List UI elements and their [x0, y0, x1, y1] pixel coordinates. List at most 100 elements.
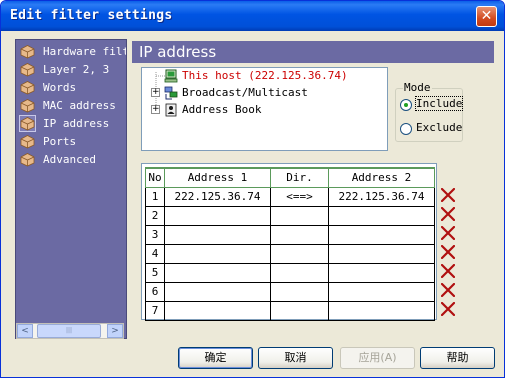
col-dir-header: Dir. [270, 167, 329, 188]
address2-cell[interactable]: 222.125.36.74 [328, 186, 435, 207]
direction-cell[interactable]: <==> [270, 186, 329, 207]
title-bar[interactable]: Edit filter settings ✕ [1, 1, 504, 31]
row-number: 1 [145, 186, 165, 207]
ok-button[interactable]: 确定 [178, 347, 253, 369]
address2-cell[interactable] [328, 205, 435, 226]
scroll-thumb[interactable]: ||| [37, 324, 101, 338]
table-header-row: No Address 1 Dir. Address 2 [145, 167, 435, 188]
computer-icon [164, 69, 178, 83]
apply-button[interactable]: 应用(A) [340, 347, 415, 369]
address-book-icon [165, 103, 177, 117]
table-row[interactable]: 5 [145, 262, 435, 283]
chevron-left-icon: < [21, 326, 29, 336]
delete-x-icon[interactable] [441, 245, 455, 259]
address1-cell[interactable] [164, 281, 271, 302]
address2-cell[interactable] [328, 300, 435, 321]
address1-cell[interactable] [164, 205, 271, 226]
nav-item-mac-address[interactable]: MAC address [18, 97, 126, 114]
nav-item-label: Advanced [43, 153, 96, 166]
nav-item-advanced[interactable]: Advanced [18, 151, 126, 168]
row-number: 3 [145, 224, 165, 245]
table-row[interactable]: 6 [145, 281, 435, 302]
cancel-button[interactable]: 取消 [258, 347, 333, 369]
direction-cell[interactable] [270, 205, 329, 226]
direction-cell[interactable] [270, 224, 329, 245]
window-title: Edit filter settings [10, 8, 173, 23]
direction-cell[interactable] [270, 281, 329, 302]
row-number: 2 [145, 205, 165, 226]
nav-item-label: Hardware filte [43, 45, 127, 58]
network-icon [164, 86, 178, 100]
direction-cell[interactable] [270, 243, 329, 264]
nav-item-label: Words [43, 81, 77, 94]
delete-x-icon[interactable] [441, 188, 455, 202]
delete-x-icon[interactable] [441, 226, 455, 240]
include-radio[interactable] [400, 99, 412, 111]
nav-item-label: Layer 2, 3 [43, 63, 110, 76]
expand-icon[interactable]: + [151, 88, 160, 97]
chevron-right-icon: > [111, 326, 119, 336]
filter-settings-dialog: Edit filter settings ✕ Hardware filte La… [0, 0, 505, 378]
row-number: 6 [145, 281, 165, 302]
mode-legend: Mode [403, 81, 432, 94]
delete-x-icon[interactable] [441, 302, 455, 316]
package-icon [20, 81, 35, 95]
col-address1-header: Address 1 [164, 167, 271, 188]
nav-item-label: IP address [43, 117, 110, 130]
table-row[interactable]: 3 [145, 224, 435, 245]
tree-item-label: Broadcast/Multicast [182, 86, 308, 99]
nav-item-label: MAC address [43, 99, 116, 112]
address1-cell[interactable] [164, 300, 271, 321]
address1-cell[interactable] [164, 262, 271, 283]
include-label[interactable]: Include [414, 96, 464, 111]
section-title: IP address [132, 41, 494, 63]
table-row[interactable]: 1 222.125.36.74 <==> 222.125.36.74 [145, 186, 435, 207]
delete-x-icon[interactable] [441, 207, 455, 221]
row-number: 4 [145, 243, 165, 264]
package-icon [20, 135, 35, 149]
exclude-radio[interactable] [400, 123, 412, 135]
nav-item-ports[interactable]: Ports [18, 133, 126, 150]
direction-cell[interactable] [270, 300, 329, 321]
address-table: No Address 1 Dir. Address 2 1 222.125.36… [145, 167, 435, 321]
nav-item-words[interactable]: Words [18, 79, 126, 96]
expand-icon[interactable]: + [151, 105, 160, 114]
delete-x-icon[interactable] [441, 264, 455, 278]
row-number: 7 [145, 300, 165, 321]
package-icon [20, 99, 35, 113]
grip-icon: ||| [65, 327, 73, 334]
scroll-left-button[interactable]: < [17, 324, 33, 338]
address1-cell[interactable] [164, 243, 271, 264]
exclude-label[interactable]: Exclude [416, 121, 462, 134]
row-number: 5 [145, 262, 165, 283]
table-row[interactable]: 7 [145, 300, 435, 321]
address-source-tree[interactable]: This host (222.125.36.74) + Broadcast/Mu… [141, 67, 388, 151]
filter-category-list[interactable]: Hardware filte Layer 2, 3 Words MAC addr… [15, 39, 127, 339]
help-button[interactable]: 帮助 [420, 347, 495, 369]
delete-x-icon[interactable] [441, 283, 455, 297]
address2-cell[interactable] [328, 281, 435, 302]
direction-cell[interactable] [270, 262, 329, 283]
address1-cell[interactable] [164, 224, 271, 245]
address2-cell[interactable] [328, 243, 435, 264]
package-icon [19, 115, 36, 132]
close-icon: ✕ [480, 8, 493, 24]
nav-item-hardware-filter[interactable]: Hardware filte [18, 43, 127, 60]
package-icon [20, 45, 35, 59]
nav-item-ip-address[interactable]: IP address [18, 115, 126, 132]
address1-cell[interactable]: 222.125.36.74 [164, 186, 271, 207]
col-address2-header: Address 2 [328, 167, 435, 188]
scroll-right-button[interactable]: > [107, 324, 123, 338]
table-row[interactable]: 2 [145, 205, 435, 226]
package-icon [20, 63, 35, 77]
close-button[interactable]: ✕ [476, 6, 497, 27]
package-icon [20, 153, 35, 167]
nav-item-label: Ports [43, 135, 77, 148]
col-no-header: No [145, 167, 165, 188]
nav-item-layer-2-3[interactable]: Layer 2, 3 [18, 61, 126, 78]
tree-item-label: This host (222.125.36.74) [182, 69, 348, 82]
table-row[interactable]: 4 [145, 243, 435, 264]
nav-horizontal-scrollbar[interactable]: < ||| > [16, 323, 124, 339]
address2-cell[interactable] [328, 262, 435, 283]
address2-cell[interactable] [328, 224, 435, 245]
